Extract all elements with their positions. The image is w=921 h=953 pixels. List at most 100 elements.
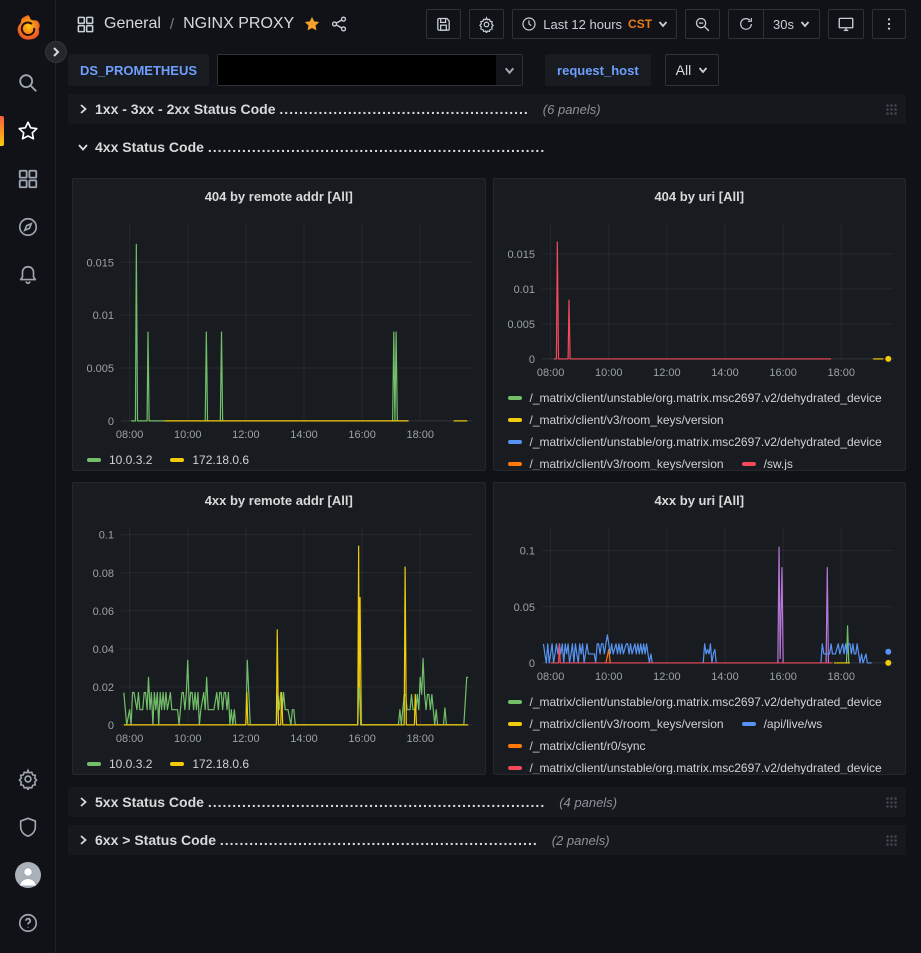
dashboard-row-5xx[interactable]: 5xx Status Code ........................… [68,787,906,817]
panel-header[interactable]: 404 by remote addr [All] [73,179,485,213]
sidebar-item-server-admin[interactable] [0,803,55,851]
panel-404-by-remote-addr: 404 by remote addr [All] 08:0010:0012:00… [72,178,486,471]
svg-text:10:00: 10:00 [595,367,622,379]
legend-item[interactable]: 10.0.3.2 [87,753,152,774]
chevron-right-icon [51,47,61,57]
sidebar-item-search[interactable] [0,59,55,107]
legend-item[interactable]: /api/live/ws [742,713,823,735]
svg-text:0.015: 0.015 [86,257,113,269]
configuration-gear-icon [17,768,39,790]
grafana-logo[interactable] [13,13,43,43]
svg-text:16:00: 16:00 [769,671,796,683]
svg-text:14:00: 14:00 [290,429,317,441]
dashboard-row-1xx-3xx-2xx[interactable]: 1xx - 3xx - 2xx Status Code ............… [68,94,906,124]
dashboard-row-6xx[interactable]: 6xx > Status Code ......................… [68,825,906,855]
panel-header[interactable]: 404 by uri [All] [494,179,906,213]
legend-color-swatch [508,418,522,422]
legend-color-swatch [508,440,522,444]
alerting-bell-icon [17,264,39,286]
panel-header[interactable]: 4xx by uri [All] [494,483,906,517]
dashboard-row-4xx[interactable]: 4xx Status Code ........................… [68,132,906,162]
row-title: 1xx - 3xx - 2xx Status Code [95,101,279,117]
svg-text:14:00: 14:00 [711,367,738,379]
legend-label: 172.18.0.6 [192,453,249,467]
legend-item[interactable]: /_matrix/client/v3/room_keys/version [508,453,724,470]
favorite-star-icon[interactable] [303,15,321,33]
datasource-select[interactable] [217,54,523,86]
cycle-view-monitor-icon [837,15,855,33]
row-title-leader: ........................................… [220,832,538,848]
legend-item[interactable]: /_matrix/client/v3/room_keys/version [508,713,724,735]
legend-label: /_matrix/client/unstable/org.matrix.msc2… [530,435,882,449]
legend-item[interactable]: /_matrix/client/unstable/org.matrix.msc2… [508,757,882,774]
page-title[interactable]: NGINX PROXY [183,15,294,33]
timezone-label: CST [628,17,652,31]
legend-label: /sw.js [764,457,793,470]
dashboard-settings-button[interactable] [469,9,504,39]
row-panel-count: (4 panels) [559,795,617,810]
sidebar-item-dashboards[interactable] [0,155,55,203]
time-series-chart: 08:0010:0012:0014:0016:0018:0000.0050.01… [494,213,906,387]
legend-color-swatch [742,722,756,726]
row-title-leader: ........................................… [279,101,528,117]
legend-label: /_matrix/client/unstable/org.matrix.msc2… [530,391,882,405]
more-options-button[interactable] [872,9,906,39]
refresh-icon [738,16,754,32]
sidebar-item-profile[interactable] [0,851,55,899]
svg-text:12:00: 12:00 [232,429,259,441]
zoom-out-button[interactable] [685,9,720,39]
sidebar-item-help[interactable] [0,899,55,947]
panel-title: 4xx by remote addr [All] [205,493,353,508]
row-drag-handle[interactable] [885,103,898,116]
legend-item[interactable]: /_matrix/client/unstable/org.matrix.msc2… [508,691,882,713]
refresh-picker: 30s [728,9,820,39]
legend-item[interactable]: 172.18.0.6 [170,753,249,774]
svg-text:0.05: 0.05 [513,602,534,614]
row-title: 6xx > Status Code [95,832,220,848]
panel-header[interactable]: 4xx by remote addr [All] [73,483,485,517]
zoom-out-icon [694,16,711,33]
sidebar-item-alerting[interactable] [0,251,55,299]
legend-color-swatch [508,722,522,726]
legend-color-swatch [742,462,756,466]
svg-text:0: 0 [528,354,534,366]
panel-grid: 404 by remote addr [All] 08:0010:0012:00… [68,178,906,775]
cycle-view-mode-button[interactable] [828,9,864,39]
legend-item[interactable]: /_matrix/client/r0/sync [508,735,646,757]
legend-item[interactable]: /_matrix/client/v3/room_keys/version [508,409,724,431]
svg-text:12:00: 12:00 [653,671,680,683]
svg-text:18:00: 18:00 [406,429,433,441]
sidebar-item-starred[interactable] [0,107,55,155]
user-avatar [15,862,41,888]
row-drag-handle[interactable] [885,796,898,809]
chevron-down-icon [698,65,708,75]
legend-label: /_matrix/client/r0/sync [530,739,646,753]
legend-label: /_matrix/client/v3/room_keys/version [530,413,724,427]
legend-item[interactable]: /sw.js [742,453,793,470]
sidebar-collapse-button[interactable] [45,41,67,63]
legend-color-swatch [508,766,522,770]
chevron-right-icon [77,103,89,115]
sidebar-item-configuration[interactable] [0,755,55,803]
share-icon[interactable] [330,15,348,33]
legend-item[interactable]: /_matrix/client/unstable/org.matrix.msc2… [508,431,882,453]
kebab-menu-icon [881,16,897,32]
legend-item[interactable]: 10.0.3.2 [87,449,152,470]
breadcrumb-section[interactable]: General [104,15,161,33]
legend-item[interactable]: /_matrix/client/unstable/org.matrix.msc2… [508,387,882,409]
legend-item[interactable]: 172.18.0.6 [170,449,249,470]
row-drag-handle[interactable] [885,834,898,847]
panel-legend: /_matrix/client/unstable/org.matrix.msc2… [494,387,906,470]
time-range-picker[interactable]: Last 12 hours CST [512,9,677,39]
save-dashboard-button[interactable] [426,9,461,39]
datasource-variable-label: DS_PROMETHEUS [68,54,209,86]
grafana-logo-icon [13,13,43,43]
row-title-leader: ........................................… [208,794,545,810]
refresh-interval-select[interactable]: 30s [763,10,819,38]
refresh-button[interactable] [729,10,763,38]
row-title: 4xx Status Code [95,139,208,155]
apps-grid-icon[interactable] [76,15,95,34]
svg-text:0.02: 0.02 [93,682,114,694]
sidebar-item-explore[interactable] [0,203,55,251]
request-host-select[interactable]: All [665,54,720,86]
